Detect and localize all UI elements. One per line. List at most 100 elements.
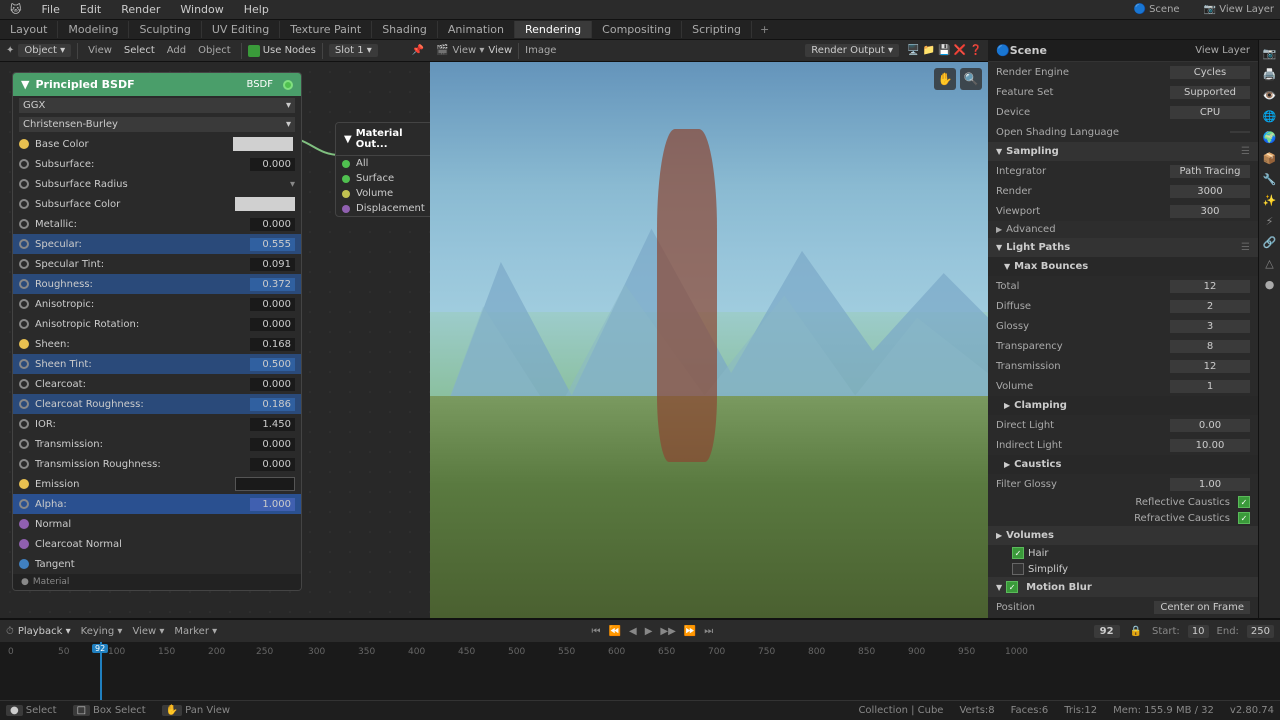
add-workspace-button[interactable]: + <box>752 21 777 38</box>
motion-blur-section[interactable]: ▼ ✓ Motion Blur <box>988 577 1258 597</box>
hair-checkbox[interactable]: ✓ <box>1012 547 1024 559</box>
viewport-area[interactable]: ✋ 🔍 <box>430 62 988 618</box>
clearcoat-value[interactable]: 0.000 <box>250 378 295 391</box>
glossy-value[interactable]: 3 <box>1170 320 1250 333</box>
tab-scripting[interactable]: Scripting <box>682 21 752 38</box>
mat-collapse[interactable]: ▼ <box>344 134 352 145</box>
zoom-btn[interactable]: 🔍 <box>960 68 982 90</box>
specular-socket[interactable] <box>19 239 29 249</box>
particles-icon[interactable]: ✨ <box>1261 191 1279 209</box>
anisotropic-rotation-value[interactable]: 0.000 <box>250 318 295 331</box>
render-menu[interactable]: Render <box>117 3 164 16</box>
pin-icon[interactable]: 📌 <box>412 45 424 56</box>
diffuse-value[interactable]: 2 <box>1170 300 1250 313</box>
object-dropdown[interactable]: Object ▾ <box>18 44 71 57</box>
view-render-btn[interactable]: View <box>488 45 512 56</box>
sheen-value[interactable]: 0.168 <box>250 338 295 351</box>
position-value[interactable]: Center on Frame <box>1154 601 1250 614</box>
render-icon[interactable]: 📷 <box>1261 44 1279 62</box>
specular-tint-value[interactable]: 0.091 <box>250 258 295 271</box>
hand-tool-btn[interactable]: ✋ <box>934 68 956 90</box>
jump-end-btn[interactable]: ⏭ <box>704 626 713 637</box>
clamping-section[interactable]: ▶ Clamping <box>988 396 1258 415</box>
specular-tint-socket[interactable] <box>19 259 29 269</box>
edit-menu[interactable]: Edit <box>76 3 105 16</box>
tab-animation[interactable]: Animation <box>438 21 515 38</box>
roughness-socket[interactable] <box>19 279 29 289</box>
help-menu[interactable]: Help <box>240 3 273 16</box>
subsurface-radius-chevron[interactable]: ▾ <box>290 179 295 190</box>
slot-dropdown[interactable]: Slot 1 ▾ <box>329 44 378 57</box>
light-paths-icon[interactable]: ☰ <box>1241 242 1250 253</box>
metallic-socket[interactable] <box>19 219 29 229</box>
material-output-node[interactable]: ▼ Material Out... All Surface Volume <box>335 122 430 217</box>
subsurface-color-swatch[interactable] <box>235 197 295 211</box>
total-value[interactable]: 12 <box>1170 280 1250 293</box>
view-layer-icon[interactable]: 👁️ <box>1261 86 1279 104</box>
next-frame-btn[interactable]: ▶▶ <box>660 626 675 637</box>
distribution-dropdown[interactable]: GGX ▾ <box>19 98 295 113</box>
node-collapse-triangle[interactable]: ▼ <box>21 78 29 91</box>
subsurface-method-dropdown[interactable]: Christensen-Burley ▾ <box>19 117 295 132</box>
select-btn[interactable]: Select <box>120 45 159 56</box>
subsurface-socket[interactable] <box>19 159 29 169</box>
filter-glossy-value[interactable]: 1.00 <box>1170 478 1250 491</box>
tab-rendering[interactable]: Rendering <box>515 21 592 38</box>
max-bounces-section[interactable]: ▼ Max Bounces <box>988 257 1258 276</box>
view-btn[interactable]: View <box>84 45 116 56</box>
viewport-samples-value[interactable]: 300 <box>1170 205 1250 218</box>
simplify-checkbox[interactable] <box>1012 563 1024 575</box>
file-menu[interactable]: File <box>37 3 63 16</box>
mat-displacement-socket[interactable] <box>342 205 350 213</box>
direct-light-value[interactable]: 0.00 <box>1170 419 1250 432</box>
render-samples-value[interactable]: 3000 <box>1170 185 1250 198</box>
jump-start-btn[interactable]: ⏮ <box>592 626 601 637</box>
transmission-value[interactable]: 0.000 <box>250 438 295 451</box>
ior-socket[interactable] <box>19 419 29 429</box>
feature-set-value[interactable]: Supported <box>1170 86 1250 99</box>
render-output-dropdown[interactable]: Render Output ▾ <box>805 44 899 57</box>
physics-icon[interactable]: ⚡ <box>1261 212 1279 230</box>
base-color-socket[interactable] <box>19 139 29 149</box>
prev-frame-btn[interactable]: ◀ <box>629 626 637 637</box>
keying-dropdown[interactable]: Keying ▾ <box>81 626 123 637</box>
start-value[interactable]: 10 <box>1188 625 1209 638</box>
object-data-icon[interactable]: △ <box>1261 254 1279 272</box>
mat-volume-socket[interactable] <box>342 190 350 198</box>
tab-compositing[interactable]: Compositing <box>592 21 682 38</box>
sheen-tint-socket[interactable] <box>19 359 29 369</box>
sampling-section[interactable]: ▼ Sampling ☰ <box>988 142 1258 161</box>
tab-shading[interactable]: Shading <box>372 21 438 38</box>
anisotropic-socket[interactable] <box>19 299 29 309</box>
caustics-section[interactable]: ▶ Caustics <box>988 455 1258 474</box>
end-value[interactable]: 250 <box>1247 625 1274 638</box>
metallic-value[interactable]: 0.000 <box>250 218 295 231</box>
transmission-value2[interactable]: 12 <box>1170 360 1250 373</box>
anisotropic-rotation-socket[interactable] <box>19 319 29 329</box>
node-btn[interactable]: Object <box>194 45 235 56</box>
normal-socket[interactable] <box>19 519 29 529</box>
tab-sculpting[interactable]: Sculpting <box>129 21 201 38</box>
light-paths-section[interactable]: ▼ Light Paths ☰ <box>988 238 1258 257</box>
mat-all-socket[interactable] <box>342 160 350 168</box>
emission-swatch[interactable] <box>235 477 295 491</box>
emission-socket[interactable] <box>19 479 29 489</box>
material-icon-side[interactable]: ● <box>1261 275 1279 293</box>
render-engine-value[interactable]: Cycles <box>1170 66 1250 79</box>
prev-keyframe-btn[interactable]: ⏪ <box>609 626 621 637</box>
marker-dropdown[interactable]: Marker ▾ <box>174 626 217 637</box>
clearcoat-socket[interactable] <box>19 379 29 389</box>
output-icon[interactable]: 🖨️ <box>1261 65 1279 83</box>
alpha-socket[interactable] <box>19 499 29 509</box>
sheen-socket[interactable] <box>19 339 29 349</box>
volumes-section[interactable]: ▶ Volumes <box>988 526 1258 545</box>
tab-modeling[interactable]: Modeling <box>58 21 129 38</box>
sheen-tint-value[interactable]: 0.500 <box>250 358 295 371</box>
next-keyframe-btn[interactable]: ⏩ <box>684 626 696 637</box>
playback-dropdown[interactable]: Playback ▾ <box>18 626 71 637</box>
transmission-socket[interactable] <box>19 439 29 449</box>
object-props-icon[interactable]: 📦 <box>1261 149 1279 167</box>
advanced-section[interactable]: ▶ Advanced <box>988 221 1258 238</box>
timeline-content[interactable]: 0 50 100 150 200 250 300 350 400 450 500… <box>0 642 1280 700</box>
current-frame-display[interactable]: 92 <box>1094 625 1120 638</box>
